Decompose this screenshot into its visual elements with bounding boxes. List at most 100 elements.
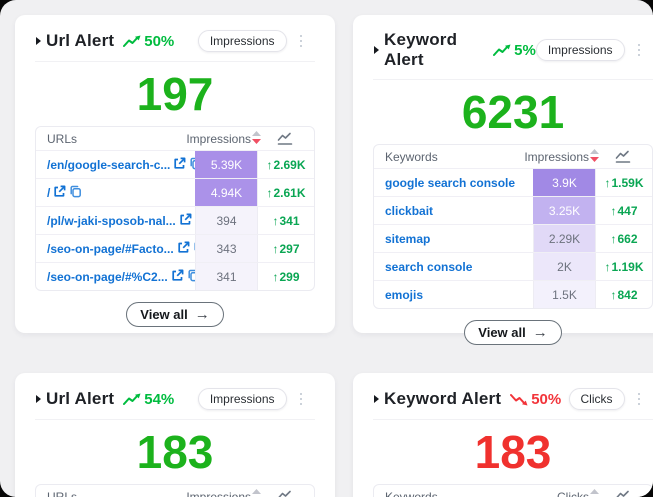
card-header: Keyword Alert 5% Impressions — [353, 15, 653, 70]
name-column-header: URLs — [36, 127, 195, 150]
table-row: search console2K↑1.19K — [374, 252, 652, 280]
external-link-icon[interactable] — [53, 185, 66, 201]
name-column-header: URLs — [36, 485, 195, 497]
kebab-menu-icon[interactable] — [635, 390, 644, 409]
row-link[interactable]: /en/google-search-c... — [36, 151, 195, 178]
row-link[interactable]: clickbait — [374, 197, 533, 224]
alert-table: URLs Impressions /en/google-search-c...5… — [35, 126, 315, 291]
row-link[interactable]: sitemap — [374, 225, 533, 252]
value-cell: 3.9K — [533, 169, 595, 196]
metric-pill-button[interactable]: Impressions — [198, 30, 287, 52]
table-row: google search console3.9K↑1.59K — [374, 168, 652, 196]
metric-pill-button[interactable]: Impressions — [536, 39, 625, 61]
trend-up-icon — [123, 393, 141, 406]
change-cell: ↑2.61K — [257, 179, 314, 206]
trend-percentage: 5% — [514, 42, 536, 59]
collapse-arrow-icon[interactable] — [374, 46, 379, 54]
collapse-arrow-icon[interactable] — [36, 395, 41, 403]
table-row: sitemap2.29K↑662 — [374, 224, 652, 252]
up-arrow-icon: ↑ — [272, 242, 278, 256]
alert-card: Keyword Alert 50% Clicks 183 Keywords Cl… — [353, 373, 653, 497]
card-title: Keyword Alert — [384, 389, 501, 409]
trend-down-icon — [510, 393, 528, 406]
value-cell: 2.29K — [533, 225, 595, 252]
row-link[interactable]: /seo-on-page/#%C2... — [36, 263, 195, 290]
view-all-button[interactable]: View all→ — [126, 302, 223, 327]
row-link[interactable]: /seo-on-page/#Facto... — [36, 235, 195, 262]
external-link-icon[interactable] — [179, 213, 192, 229]
up-arrow-icon: ↑ — [610, 204, 616, 218]
kebab-menu-icon[interactable] — [297, 390, 306, 409]
trend-up-icon — [493, 44, 511, 57]
metric-pill-button[interactable]: Clicks — [569, 388, 625, 410]
kebab-menu-icon[interactable] — [635, 41, 644, 60]
chart-toggle-icon[interactable] — [595, 145, 652, 168]
table-header-row: URLs Impressions — [36, 485, 314, 497]
value-column-header: Impressions — [186, 490, 251, 497]
change-cell: ↑341 — [257, 207, 314, 234]
table-header-row: Keywords Impressions — [374, 145, 652, 168]
header-divider — [35, 419, 315, 420]
alert-table: Keywords Impressions google search conso… — [373, 144, 653, 309]
chart-toggle-icon[interactable] — [257, 485, 314, 497]
table-header-row: URLs Impressions — [36, 127, 314, 150]
change-cell: ↑1.19K — [595, 253, 652, 280]
card-header: Url Alert 50% Impressions — [15, 15, 335, 52]
alert-card: Url Alert 54% Impressions 183 URLs Impre… — [15, 373, 335, 497]
table-row: emojis1.5K↑842 — [374, 280, 652, 308]
change-cell: ↑299 — [257, 263, 314, 290]
up-arrow-icon: ↑ — [266, 186, 272, 200]
copy-icon[interactable] — [69, 185, 82, 201]
row-link[interactable]: emojis — [374, 281, 533, 308]
metric-pill-button[interactable]: Impressions — [198, 388, 287, 410]
card-title: Keyword Alert — [384, 30, 484, 70]
change-cell: ↑447 — [595, 197, 652, 224]
value-cell: 394 — [195, 207, 257, 234]
trend-percentage: 50% — [144, 33, 174, 50]
kebab-menu-icon[interactable] — [297, 32, 306, 51]
alert-count: 183 — [15, 424, 335, 480]
trend-up-icon — [123, 35, 141, 48]
chart-toggle-icon[interactable] — [257, 127, 314, 150]
value-cell: 343 — [195, 235, 257, 262]
right-arrow-icon: → — [533, 324, 548, 341]
row-link[interactable]: search console — [374, 253, 533, 280]
external-link-icon[interactable] — [171, 269, 184, 285]
table-row: /en/google-search-c...5.39K↑2.69K — [36, 150, 314, 178]
name-column-header: Keywords — [374, 485, 533, 497]
change-cell: ↑1.59K — [595, 169, 652, 196]
alert-count: 183 — [353, 424, 653, 480]
name-column-header: Keywords — [374, 145, 533, 168]
table-row: /seo-on-page/#Facto...343↑297 — [36, 234, 314, 262]
external-link-icon[interactable] — [177, 241, 190, 257]
alert-count: 6231 — [353, 84, 653, 140]
card-header: Url Alert 54% Impressions — [15, 373, 335, 410]
row-link[interactable]: google search console — [374, 169, 533, 196]
row-link[interactable]: /pl/w-jaki-sposob-nal... — [36, 207, 195, 234]
trend-percentage: 50% — [531, 391, 561, 408]
alert-table: URLs Impressions — [35, 484, 315, 497]
row-link[interactable]: / — [36, 179, 195, 206]
card-header: Keyword Alert 50% Clicks — [353, 373, 653, 410]
table-row: /seo-on-page/#%C2...341↑299 — [36, 262, 314, 290]
up-arrow-icon: ↑ — [604, 260, 610, 274]
up-arrow-icon: ↑ — [604, 176, 610, 190]
copy-icon[interactable] — [187, 269, 195, 285]
change-cell: ↑2.69K — [257, 151, 314, 178]
dashboard-page: Url Alert 50% Impressions 197 URLs Impre… — [0, 0, 653, 497]
collapse-arrow-icon[interactable] — [374, 395, 379, 403]
up-arrow-icon: ↑ — [266, 158, 272, 172]
external-link-icon[interactable] — [173, 157, 186, 173]
collapse-arrow-icon[interactable] — [36, 37, 41, 45]
table-row: clickbait3.25K↑447 — [374, 196, 652, 224]
value-cell: 4.94K — [195, 179, 257, 206]
header-divider — [35, 61, 315, 62]
view-all-button[interactable]: View all→ — [464, 320, 561, 345]
header-divider — [373, 79, 653, 80]
value-cell: 1.5K — [533, 281, 595, 308]
alert-count: 197 — [15, 66, 335, 122]
up-arrow-icon: ↑ — [610, 232, 616, 246]
right-arrow-icon: → — [195, 306, 210, 323]
chart-toggle-icon[interactable] — [595, 485, 652, 497]
change-cell: ↑842 — [595, 281, 652, 308]
